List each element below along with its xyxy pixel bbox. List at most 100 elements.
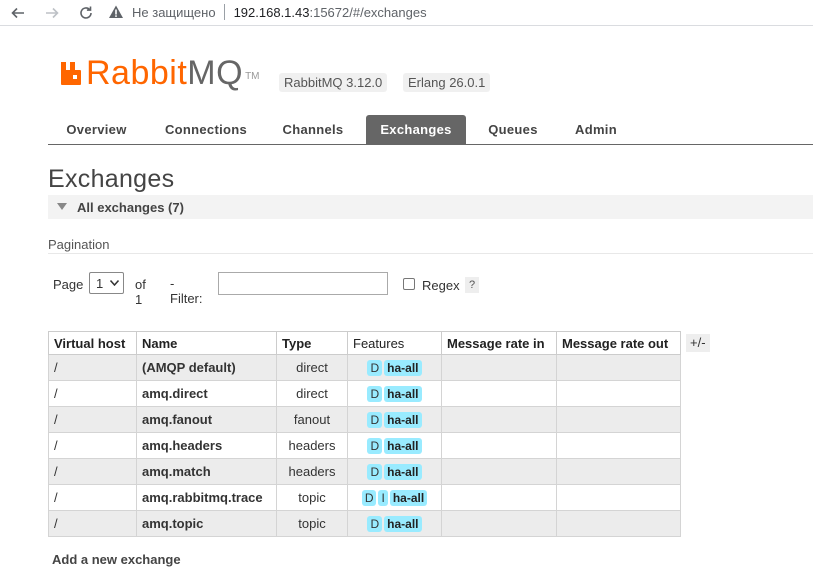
section-title: All exchanges (7) bbox=[77, 199, 184, 215]
cell-name-link[interactable]: amq.headers bbox=[136, 432, 277, 459]
page-select-value: 1 bbox=[96, 275, 104, 291]
column-header-name[interactable]: Name bbox=[136, 331, 277, 355]
feature-tag-durable: D bbox=[361, 489, 377, 506]
cell-rate-in bbox=[441, 484, 557, 511]
cell-name-link[interactable]: amq.fanout bbox=[136, 406, 277, 433]
cell-rate-out bbox=[556, 458, 681, 485]
back-arrow-icon[interactable] bbox=[8, 3, 28, 23]
cell-vhost: / bbox=[48, 458, 137, 485]
tab-overview[interactable]: Overview bbox=[48, 115, 145, 144]
cell-type: topic bbox=[276, 510, 348, 537]
pagination-divider bbox=[48, 253, 813, 254]
address-bar[interactable]: Не защищено 192.168.1.43:15672/#/exchang… bbox=[108, 2, 813, 22]
table-row[interactable]: / amq.direct direct Dha-all bbox=[48, 380, 681, 407]
cell-rate-out bbox=[556, 432, 681, 459]
feature-tag-durable: D bbox=[367, 515, 383, 532]
cell-features: Dha-all bbox=[347, 510, 442, 537]
cell-features: Dha-all bbox=[347, 458, 442, 485]
feature-tag-durable: D bbox=[367, 359, 383, 376]
cell-features: Dha-all bbox=[347, 354, 442, 381]
reload-icon[interactable] bbox=[76, 3, 96, 23]
table-row[interactable]: / amq.topic topic Dha-all bbox=[48, 510, 681, 537]
feature-tag-policy[interactable]: ha-all bbox=[384, 437, 422, 454]
security-label: Не защищено bbox=[132, 4, 216, 20]
feature-tag-policy[interactable]: ha-all bbox=[384, 411, 422, 428]
cell-name-link[interactable]: (AMQP default) bbox=[136, 354, 277, 381]
page-title: Exchanges bbox=[48, 165, 175, 193]
cell-features: Dha-all bbox=[347, 380, 442, 407]
column-toggle-button[interactable]: +/- bbox=[686, 334, 710, 352]
table-row[interactable]: / amq.match headers Dha-all bbox=[48, 458, 681, 485]
column-header-type[interactable]: Type bbox=[276, 331, 348, 355]
cell-type: headers bbox=[276, 458, 348, 485]
cell-rate-in bbox=[441, 380, 557, 407]
table-row[interactable]: / amq.headers headers Dha-all bbox=[48, 432, 681, 459]
cell-name-link[interactable]: amq.match bbox=[136, 458, 277, 485]
add-exchange-toggle[interactable]: Add a new exchange bbox=[52, 552, 181, 567]
url-path: :15672/#/exchanges bbox=[309, 4, 427, 20]
table-row[interactable]: / amq.rabbitmq.trace topic D Iha-all bbox=[48, 484, 681, 511]
cell-rate-out bbox=[556, 484, 681, 511]
table-row[interactable]: / amq.fanout fanout Dha-all bbox=[48, 406, 681, 433]
cell-vhost: / bbox=[48, 484, 137, 511]
address-divider bbox=[223, 4, 225, 20]
feature-tag-durable: D bbox=[367, 411, 383, 428]
cell-name-link[interactable]: amq.topic bbox=[136, 510, 277, 537]
collapse-triangle-icon bbox=[57, 203, 67, 210]
page-of-label: of 1 bbox=[135, 277, 146, 307]
feature-tag-policy[interactable]: ha-all bbox=[384, 359, 422, 376]
main-nav-tabs: Overview Connections Channels Exchanges … bbox=[48, 115, 813, 145]
chevron-down-icon bbox=[110, 280, 119, 286]
rabbitmq-logo[interactable]: RabbitMQ TM bbox=[60, 56, 260, 90]
tab-queues[interactable]: Queues bbox=[476, 115, 550, 144]
table-row[interactable]: / (AMQP default) direct Dha-all bbox=[48, 354, 681, 381]
tab-exchanges[interactable]: Exchanges bbox=[366, 115, 466, 144]
logo-trademark: TM bbox=[245, 71, 260, 82]
cell-rate-in bbox=[441, 510, 557, 537]
logo-mq: MQ bbox=[187, 54, 244, 92]
rabbitmq-logo-icon bbox=[61, 62, 81, 85]
logo-wordmark: RabbitMQ bbox=[86, 56, 243, 90]
cell-type: topic bbox=[276, 484, 348, 511]
tab-connections[interactable]: Connections bbox=[156, 115, 256, 144]
filter-input[interactable] bbox=[218, 272, 388, 295]
url-host: 192.168.1.43 bbox=[233, 4, 310, 20]
column-header-message-rate-in: Message rate in bbox=[441, 331, 557, 355]
feature-tag-policy[interactable]: ha-all bbox=[384, 463, 422, 480]
forward-arrow-icon[interactable] bbox=[42, 3, 62, 23]
column-header-message-rate-out: Message rate out bbox=[556, 331, 681, 355]
cell-type: fanout bbox=[276, 406, 348, 433]
tab-channels[interactable]: Channels bbox=[270, 115, 356, 144]
feature-tag-policy[interactable]: ha-all bbox=[389, 489, 428, 506]
cell-type: headers bbox=[276, 432, 348, 459]
feature-tag-durable: D bbox=[367, 385, 383, 402]
feature-tag-policy[interactable]: ha-all bbox=[384, 385, 422, 402]
cell-name-link[interactable]: amq.direct bbox=[136, 380, 277, 407]
cell-features: D Iha-all bbox=[347, 484, 442, 511]
cell-rate-out bbox=[556, 354, 681, 381]
cell-features: Dha-all bbox=[347, 406, 442, 433]
cell-rate-in bbox=[441, 432, 557, 459]
regex-checkbox[interactable] bbox=[403, 278, 415, 290]
logo-rabbit: Rabbit bbox=[86, 54, 188, 92]
cell-rate-out bbox=[556, 510, 681, 537]
feature-tag-policy[interactable]: ha-all bbox=[384, 515, 422, 532]
column-header-features: Features bbox=[347, 331, 442, 355]
regex-label: Regex bbox=[422, 278, 460, 293]
cell-vhost: / bbox=[48, 354, 137, 381]
cell-vhost: / bbox=[48, 380, 137, 407]
cell-vhost: / bbox=[48, 432, 137, 459]
pagination-label: Pagination bbox=[48, 237, 110, 252]
cell-rate-in bbox=[441, 406, 557, 433]
browser-toolbar: Не защищено 192.168.1.43:15672/#/exchang… bbox=[0, 0, 813, 26]
all-exchanges-toggle[interactable]: All exchanges (7) bbox=[48, 195, 813, 219]
cell-name-link[interactable]: amq.rabbitmq.trace bbox=[136, 484, 277, 511]
cell-type: direct bbox=[276, 380, 348, 407]
cell-rate-out bbox=[556, 406, 681, 433]
filter-label: - Filter: bbox=[170, 276, 203, 306]
tab-admin[interactable]: Admin bbox=[562, 115, 630, 144]
regex-help-button[interactable]: ? bbox=[465, 277, 479, 293]
feature-tag-durable: D bbox=[367, 463, 383, 480]
page-select[interactable]: 1 bbox=[89, 272, 124, 294]
column-header-virtual-host[interactable]: Virtual host bbox=[48, 331, 137, 355]
